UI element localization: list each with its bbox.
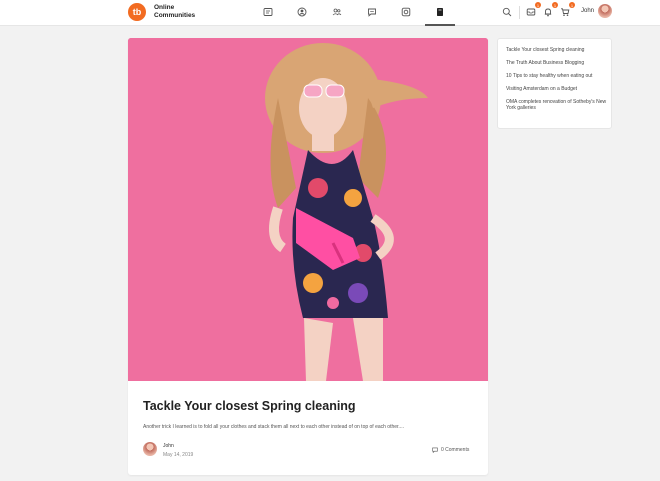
top-navbar: tb Online Communities 1 1 1 John bbox=[0, 0, 660, 26]
nav-profile-icon[interactable] bbox=[296, 6, 308, 18]
logo[interactable]: tb bbox=[128, 3, 146, 21]
author-name[interactable]: John bbox=[163, 443, 174, 449]
post-excerpt: Another trick I learned is to fold all y… bbox=[143, 424, 404, 430]
nav-forum-icon[interactable] bbox=[366, 6, 378, 18]
nav-newsfeed-icon[interactable] bbox=[262, 6, 274, 18]
search-icon[interactable] bbox=[501, 6, 513, 18]
notifications-badge: 1 bbox=[552, 2, 558, 8]
messages-badge: 1 bbox=[535, 2, 541, 8]
brand-line-1: Online bbox=[154, 4, 175, 11]
recent-post-link[interactable]: 10 Tips to stay healthy when eating out bbox=[506, 73, 611, 79]
brand-name[interactable]: Online Communities bbox=[154, 4, 195, 19]
author-avatar[interactable] bbox=[143, 442, 157, 456]
comment-icon bbox=[432, 447, 438, 453]
fashion-woman-illustration bbox=[128, 38, 488, 381]
cart-icon[interactable]: 1 bbox=[559, 2, 575, 18]
brand-line-2: Communities bbox=[154, 11, 196, 19]
messages-icon[interactable]: 1 bbox=[525, 2, 541, 18]
nav-groups-icon[interactable] bbox=[331, 6, 343, 18]
user-name[interactable]: John bbox=[581, 8, 594, 14]
notifications-icon[interactable]: 1 bbox=[542, 2, 558, 18]
comments-count: 0 Comments bbox=[441, 447, 470, 453]
user-avatar[interactable] bbox=[598, 4, 612, 18]
post-featured-image[interactable] bbox=[128, 38, 488, 381]
header-divider bbox=[519, 6, 520, 19]
nav-active-indicator bbox=[425, 24, 455, 26]
nav-photos-icon[interactable] bbox=[400, 6, 412, 18]
recent-post-link[interactable]: Tackle Your closest Spring cleaning bbox=[506, 47, 611, 53]
comments-link[interactable]: 0 Comments bbox=[432, 447, 469, 453]
recent-post-link[interactable]: The Truth About Business Blogging bbox=[506, 60, 611, 66]
recent-posts-widget: Tackle Your closest Spring cleaning The … bbox=[497, 38, 612, 129]
blog-post-card: Tackle Your closest Spring cleaning Anot… bbox=[128, 38, 488, 475]
post-date: May 14, 2019 bbox=[163, 452, 194, 458]
cart-badge: 1 bbox=[569, 2, 575, 8]
nav-blog-icon[interactable] bbox=[434, 6, 446, 18]
recent-post-link[interactable]: Visiting Amsterdam on a Budget bbox=[506, 86, 611, 92]
post-title[interactable]: Tackle Your closest Spring cleaning bbox=[143, 399, 356, 413]
recent-post-link[interactable]: OMA completes renovation of Sotheby's Ne… bbox=[506, 99, 611, 111]
